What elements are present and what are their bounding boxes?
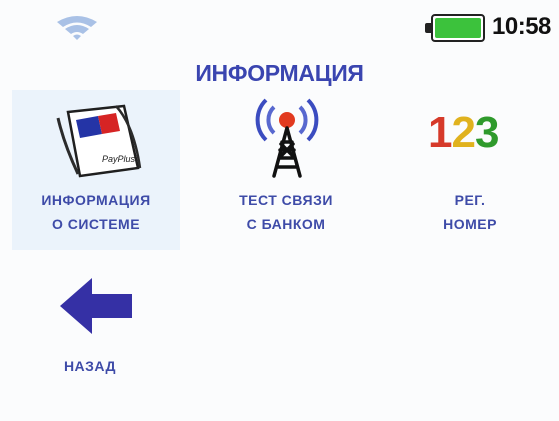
digit-2: 2 [451, 108, 476, 157]
wifi-icon [57, 16, 97, 40]
battery-full-icon [425, 14, 485, 42]
back-label: НАЗАД [63, 358, 117, 374]
payplus-logo-text: PayPlus [102, 154, 136, 164]
system-info-label: ИНФОРМАЦИЯ О СИСТЕМЕ [41, 192, 151, 232]
bank-connection-test-label: ТЕСТ СВЯЗИ С БАНКОМ [239, 192, 333, 232]
payplus-card-icon: PayPlus [56, 104, 142, 178]
digit-3: 3 [474, 108, 500, 157]
system-info-button[interactable]: PayPlus ИНФОРМАЦИЯ О СИСТЕМЕ [12, 90, 180, 250]
reg-number-label: РЕГ. НОМЕР [443, 192, 497, 232]
reg-number-button[interactable]: 123 РЕГ. НОМЕР [390, 90, 550, 250]
back-button[interactable]: НАЗАД [30, 268, 150, 388]
status-time: 10:58 [492, 13, 551, 40]
info-screen: 10:58 ИНФОРМАЦИЯ PayPlus ИНФОРМАЦИЯ О СИ… [0, 0, 559, 421]
page-title: ИНФОРМАЦИЯ [195, 60, 364, 86]
digit-1: 1 [428, 108, 453, 157]
bank-connection-test-button[interactable]: ТЕСТ СВЯЗИ С БАНКОМ [198, 90, 374, 250]
antenna-tower-icon [255, 98, 319, 178]
number-123-icon: 123 [428, 108, 500, 158]
arrow-left-icon [60, 278, 132, 334]
